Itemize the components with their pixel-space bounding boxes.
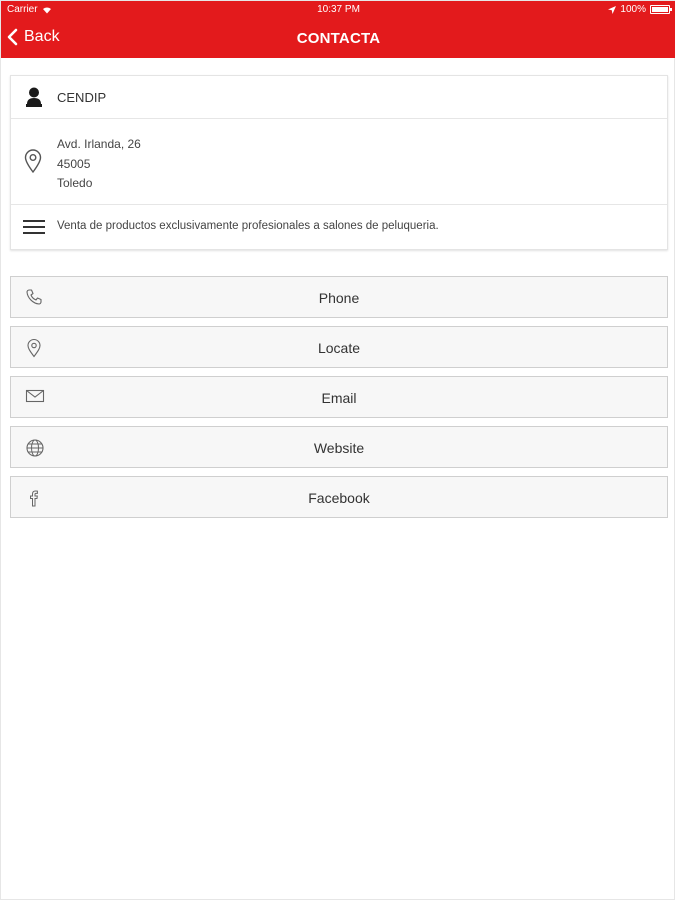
contact-info-card: CENDIP Avd. Irlanda, 26 45005 Toledo Ven… [10,75,668,250]
navigation-bar: Back CONTACTA [1,19,675,58]
website-button-label: Website [313,440,365,456]
email-button-label: Email [321,390,357,406]
locate-button[interactable]: Locate [10,326,668,368]
page-title: CONTACTA [296,30,381,47]
address-postal-code: 45005 [57,156,91,171]
person-icon [23,86,45,108]
website-button[interactable]: Website [10,426,668,468]
header: Carrier 10:37 PM 100% Back CONTACTA [1,1,675,58]
menu-lines-icon [23,219,45,235]
battery-label: 100% [620,4,646,15]
business-description: Venta de productos exclusivamente profes… [57,220,439,232]
status-bar: Carrier 10:37 PM 100% [1,1,675,19]
status-time: 10:37 PM [317,4,360,15]
action-buttons: Phone Locate Email Website Facebook [10,276,668,526]
locate-button-label: Locate [317,340,361,356]
phone-button-label: Phone [318,290,360,306]
business-name: CENDIP [57,90,107,105]
location-arrow-icon [608,5,617,14]
battery-icon [650,5,672,14]
description-row: Venta de productos exclusivamente profes… [11,205,667,249]
address-city: Toledo [57,176,93,190]
status-right: 100% [608,4,672,15]
facebook-button[interactable]: Facebook [10,476,668,518]
app-screen: Carrier 10:37 PM 100% Back CONTACTA CEND… [0,0,675,900]
address-row: Avd. Irlanda, 26 45005 Toledo [11,119,667,205]
email-button[interactable]: Email [10,376,668,418]
name-row: CENDIP [11,76,667,119]
address-street: Avd. Irlanda, 26 [57,137,141,151]
location-pin-icon [23,148,43,174]
facebook-button-label: Facebook [308,490,370,506]
address-block: Avd. Irlanda, 26 45005 Toledo [57,135,141,194]
phone-button[interactable]: Phone [10,276,668,318]
